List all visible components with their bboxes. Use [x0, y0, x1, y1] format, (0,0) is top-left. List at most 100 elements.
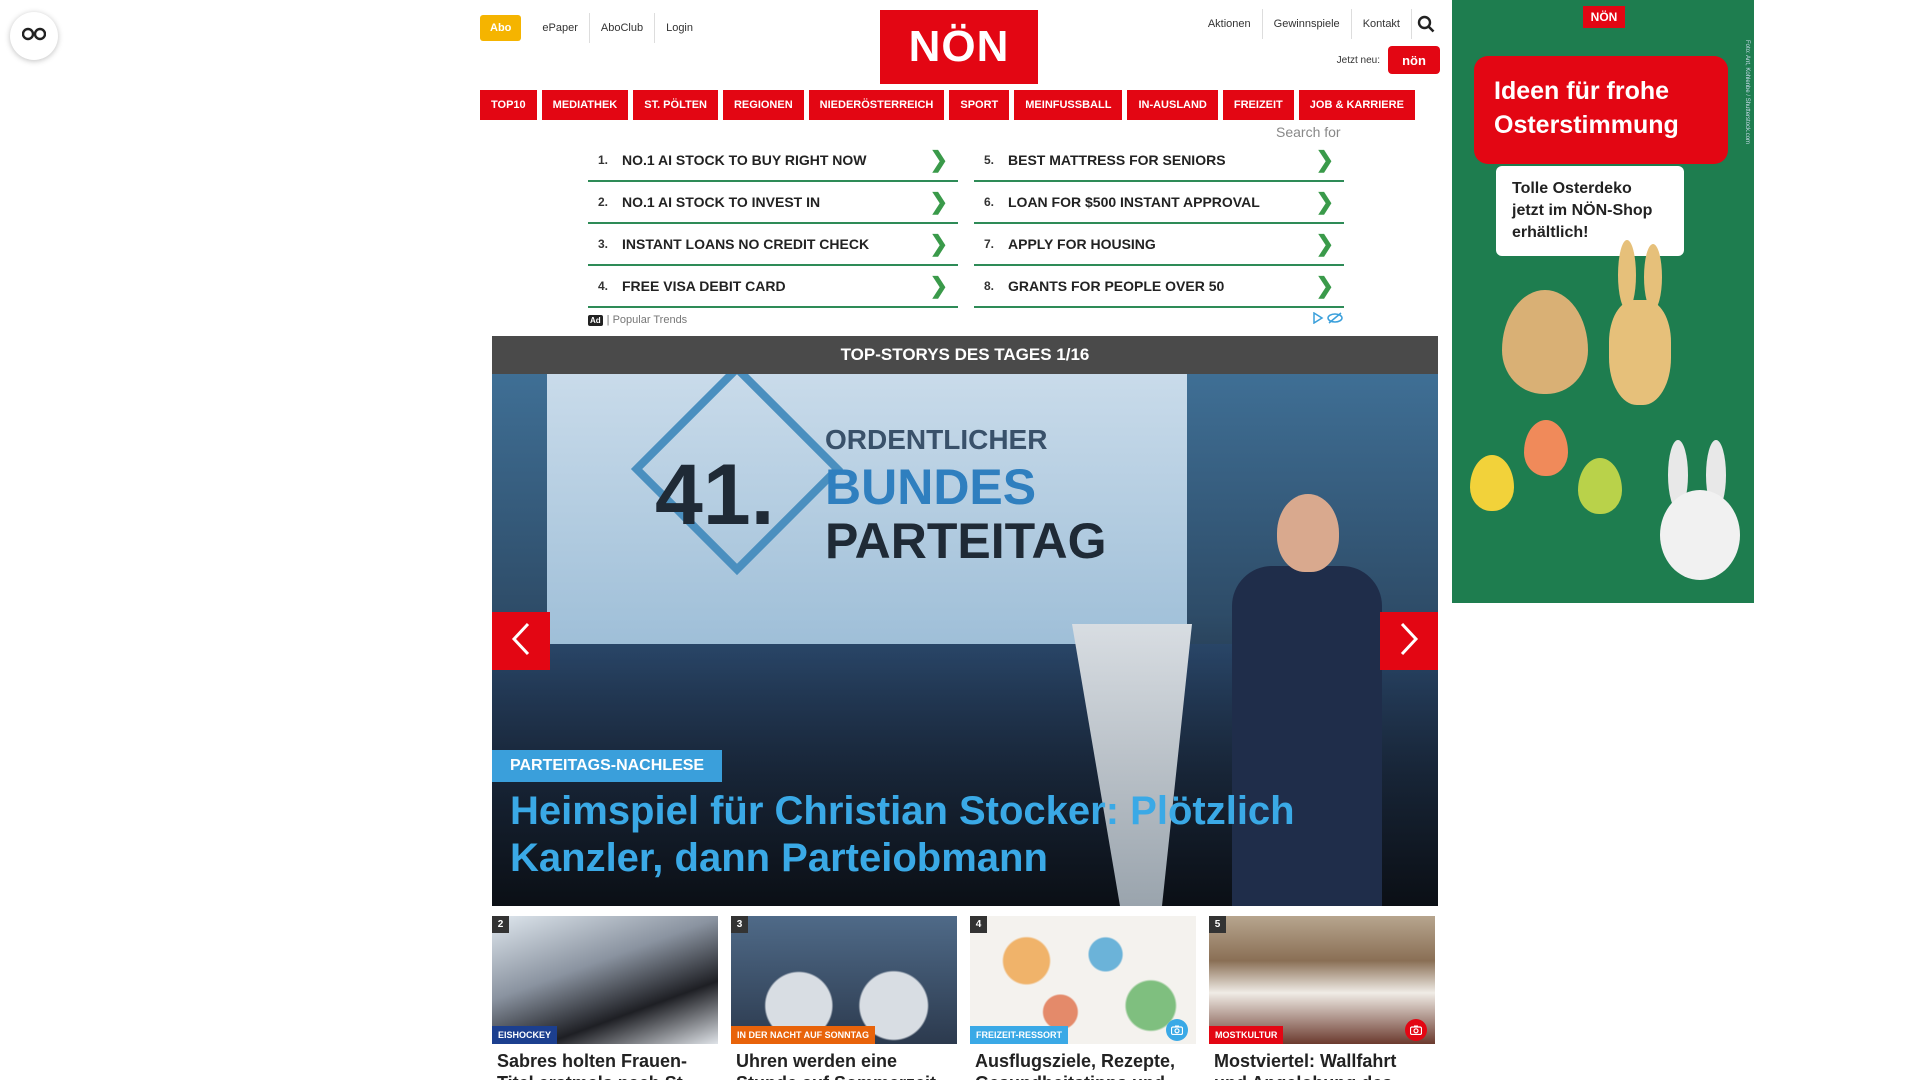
ad-text[interactable]: LOAN FOR $500 INSTANT APPROVAL	[1008, 194, 1316, 210]
easter-egg-decoration	[1578, 458, 1622, 514]
screen-line2: BUNDES	[825, 459, 1037, 515]
chevron-right-icon: ❯	[929, 231, 948, 256]
teaser-card[interactable]: 3 IN DER NACHT AUF SONNTAG Uhren werden …	[731, 916, 957, 1080]
chevron-right-icon	[1399, 622, 1419, 661]
teaser-title[interactable]: Mostviertel: Wallfahrt und Angelobung de…	[1209, 1050, 1435, 1080]
chevron-right-icon: ❯	[1315, 189, 1334, 214]
easter-egg-decoration	[1524, 420, 1568, 476]
search-for-label: Search for	[1276, 124, 1341, 140]
teaser-image[interactable]: 4 FREIZEIT-RESSORT	[970, 916, 1196, 1044]
top-left-links: Abo ePaper AboClub Login	[480, 13, 704, 43]
teaser-title[interactable]: Sabres holten Frauen-Titel erstmals nach…	[492, 1050, 718, 1080]
teaser-title[interactable]: Uhren werden eine Stunde auf Sommerzeit …	[731, 1050, 957, 1080]
ad-row[interactable]: 3. INSTANT LOANS NO CREDIT CHECK ❯	[588, 224, 958, 266]
speaker-head	[1277, 494, 1339, 572]
abo-button[interactable]: Abo	[480, 15, 522, 41]
adchoices-icon[interactable]	[1312, 311, 1344, 329]
teaser-image[interactable]: 5 MOSTKULTUR	[1209, 916, 1435, 1044]
chevron-right-icon: ❯	[1315, 231, 1334, 256]
jetzt-neu-badge[interactable]: nön	[1388, 46, 1440, 74]
rabbit-head	[1660, 490, 1740, 580]
nav-item-in-ausland[interactable]: IN-AUSLAND	[1127, 90, 1218, 120]
nav-item-meinfussball[interactable]: MEINFUSSBALL	[1014, 90, 1123, 120]
ad-number: 4.	[598, 279, 609, 293]
jetzt-neu-label: Jetzt neu:	[1336, 54, 1380, 66]
chevron-left-icon	[511, 622, 531, 661]
nav-item-st-poelten[interactable]: ST. PÖLTEN	[633, 90, 718, 120]
aktionen-link[interactable]: Aktionen	[1197, 9, 1263, 39]
hero-title[interactable]: Heimspiel für Christian Stocker: Plötzli…	[510, 788, 1420, 882]
nav-item-mediathek[interactable]: MEDIATHEK	[541, 90, 629, 120]
wooden-bunny-decoration	[1604, 240, 1674, 410]
site-logo[interactable]: NÖN	[880, 10, 1038, 84]
ad-row[interactable]: 8. GRANTS FOR PEOPLE OVER 50 ❯	[974, 266, 1344, 308]
search-ads-block: 1. NO.1 AI STOCK TO BUY RIGHT NOW ❯ 5. B…	[588, 140, 1344, 328]
ad-row[interactable]: 2. NO.1 AI STOCK TO INVEST IN ❯	[588, 182, 958, 224]
teaser-title[interactable]: Ausflugsziele, Rezepte, Gesundheitstipps…	[970, 1050, 1196, 1080]
teaser-tag: EISHOCKEY	[492, 1026, 558, 1044]
side-ad-headline: Ideen für frohe Osterstimmung	[1474, 56, 1728, 164]
jetzt-neu-promo[interactable]: Jetzt neu: nön	[1337, 46, 1440, 74]
ad-text[interactable]: FREE VISA DEBIT CARD	[622, 278, 930, 294]
teaser-image[interactable]: 2 EISHOCKEY	[492, 916, 718, 1044]
nav-item-job-karriere[interactable]: JOB & KARRIERE	[1298, 90, 1415, 120]
nav-item-sport[interactable]: SPORT	[949, 90, 1010, 120]
kontakt-link[interactable]: Kontakt	[1352, 9, 1412, 39]
ad-text[interactable]: BEST MATTRESS FOR SENIORS	[1008, 152, 1316, 168]
chevron-right-icon: ❯	[929, 189, 948, 214]
gewinnspiele-link[interactable]: Gewinnspiele	[1263, 9, 1352, 39]
teaser-card[interactable]: 2 EISHOCKEY Sabres holten Frauen-Titel e…	[492, 916, 718, 1080]
ad-row[interactable]: 4. FREE VISA DEBIT CARD ❯	[588, 266, 958, 308]
epaper-link[interactable]: ePaper	[531, 13, 590, 43]
popular-trends-label: | Popular Trends	[606, 314, 688, 326]
top-stories-bar: TOP-STORYS DES TAGES 1/16	[492, 336, 1438, 374]
ad-row[interactable]: 1. NO.1 AI STOCK TO BUY RIGHT NOW ❯	[588, 140, 958, 182]
teaser-rank: 5	[1209, 916, 1226, 933]
nav-item-top10[interactable]: TOP10	[480, 90, 537, 120]
ad-number: 8.	[984, 279, 995, 293]
ad-text[interactable]: APPLY FOR HOUSING	[1008, 236, 1316, 252]
next-slide-button[interactable]	[1380, 612, 1438, 670]
ad-number: 6.	[984, 195, 995, 209]
side-advertisement[interactable]: NÖN Foto: Ant, Kohlenbe / Shutterstock.c…	[1452, 0, 1754, 603]
ads-footer-left: Ad | Popular Trends	[588, 314, 687, 326]
ad-number: 2.	[598, 195, 609, 209]
ad-text[interactable]: NO.1 AI STOCK TO INVEST IN	[622, 194, 930, 210]
search-icon[interactable]	[1412, 10, 1440, 38]
hero-kicker[interactable]: PARTEITAGS-NACHLESE	[492, 750, 723, 782]
chevron-right-icon: ❯	[929, 273, 948, 298]
ad-number: 3.	[598, 237, 609, 251]
nav-item-regionen[interactable]: REGIONEN	[722, 90, 804, 120]
login-link[interactable]: Login	[655, 13, 704, 43]
teaser-image[interactable]: 3 IN DER NACHT AUF SONNTAG	[731, 916, 957, 1044]
teaser-tag: FREIZEIT-RESSORT	[970, 1026, 1069, 1044]
ad-text[interactable]: INSTANT LOANS NO CREDIT CHECK	[622, 236, 930, 252]
ad-text[interactable]: GRANTS FOR PEOPLE OVER 50	[1008, 278, 1316, 294]
teaser-rank: 3	[731, 916, 748, 933]
search-ads-grid: 1. NO.1 AI STOCK TO BUY RIGHT NOW ❯ 5. B…	[588, 140, 1344, 308]
camera-icon	[1405, 1019, 1427, 1041]
ad-badge: Ad	[588, 314, 603, 326]
accessibility-button[interactable]	[10, 12, 58, 60]
teaser-rank: 2	[492, 916, 509, 933]
ad-number: 7.	[984, 237, 995, 251]
ad-row[interactable]: 6. LOAN FOR $500 INSTANT APPROVAL ❯	[974, 182, 1344, 224]
chevron-right-icon: ❯	[1315, 147, 1334, 172]
ad-number: 1.	[598, 153, 609, 167]
ad-text[interactable]: NO.1 AI STOCK TO BUY RIGHT NOW	[622, 152, 930, 168]
ads-footer: Ad | Popular Trends	[588, 311, 1344, 329]
side-ad-logo: NÖN	[1583, 6, 1625, 28]
ad-row[interactable]: 7. APPLY FOR HOUSING ❯	[974, 224, 1344, 266]
main-nav: TOP10 MEDIATHEK ST. PÖLTEN REGIONEN NIED…	[480, 90, 1448, 120]
hero-slide[interactable]: 41. ORDENTLICHER BUNDES PARTEITAG PARTEI…	[492, 374, 1438, 906]
prev-slide-button[interactable]	[492, 612, 550, 670]
rabbit-decoration	[1650, 440, 1746, 603]
teaser-card[interactable]: 5 MOSTKULTUR Mostviertel: Wallfahrt und …	[1209, 916, 1435, 1080]
chevron-right-icon: ❯	[929, 147, 948, 172]
nav-item-freizeit[interactable]: FREIZEIT	[1222, 90, 1294, 120]
hero-image-screen: 41. ORDENTLICHER BUNDES PARTEITAG	[547, 374, 1187, 644]
aboclub-link[interactable]: AboClub	[590, 13, 656, 43]
ad-row[interactable]: 5. BEST MATTRESS FOR SENIORS ❯	[974, 140, 1344, 182]
teaser-card[interactable]: 4 FREIZEIT-RESSORT Ausflugsziele, Rezept…	[970, 916, 1196, 1080]
nav-item-niederoesterreich[interactable]: NIEDERÖSTERREICH	[808, 90, 945, 120]
